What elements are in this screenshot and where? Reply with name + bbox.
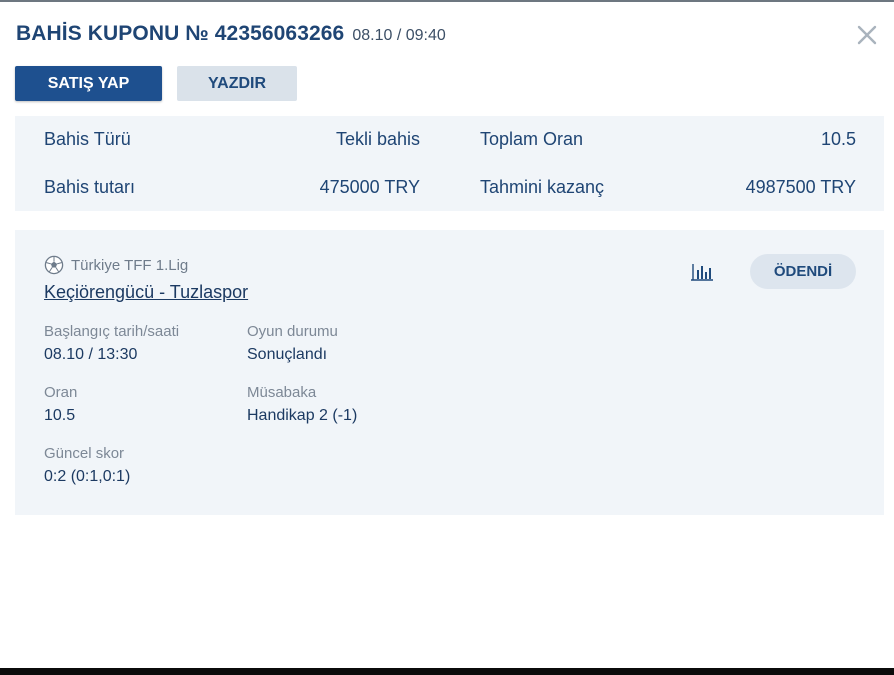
bottom-edge (0, 668, 894, 675)
current-score-label: Güncel skor (44, 445, 125, 462)
print-button[interactable]: YAZDIR (177, 66, 297, 101)
market-value: Handikap 2 (-1) (247, 407, 358, 424)
game-status-label: Oyun durumu (247, 323, 338, 340)
event-card: Türkiye TFF 1.Lig Keçiörengücü - Tuzlasp… (15, 230, 884, 515)
odds-label: Oran (44, 384, 78, 401)
status-badge: ÖDENDİ (750, 254, 856, 289)
match-link[interactable]: Keçiörengücü - Tuzlaspor (44, 282, 248, 303)
league-row: Türkiye TFF 1.Lig (44, 255, 188, 275)
window-top-edge (0, 0, 894, 2)
sell-button[interactable]: SATIŞ YAP (15, 66, 162, 101)
total-odds-label: Toplam Oran (480, 129, 584, 149)
potential-win-label: Tahmini kazanç (480, 177, 605, 197)
start-time-label: Başlangıç tarih/saati (44, 323, 180, 340)
stake-label: Bahis tutarı (44, 177, 136, 197)
statistics-icon[interactable] (689, 260, 715, 282)
coupon-datetime: 08.10 / 09:40 (352, 27, 446, 44)
close-icon[interactable] (852, 22, 882, 48)
league-name: Türkiye TFF 1.Lig (71, 256, 189, 274)
stake-value: 475000 TRY (319, 177, 420, 197)
close-button[interactable] (852, 22, 882, 48)
dialog-header: BAHİS KUPONU № 42356063266 08.10 / 09:40 (16, 22, 446, 46)
coupon-title: BAHİS KUPONU № 42356063266 (16, 22, 345, 45)
odds-value: 10.5 (44, 407, 76, 424)
summary-panel: Bahis Türü Tekli bahis Toplam Oran 10.5 … (15, 116, 884, 211)
start-time-value: 08.10 / 13:30 (44, 346, 138, 363)
potential-win-value: 4987500 TRY (745, 177, 856, 197)
market-label: Müsabaka (247, 384, 317, 401)
soccer-ball-icon (44, 255, 64, 275)
bet-type-value: Tekli bahis (335, 129, 420, 149)
bet-type-label: Bahis Türü (44, 129, 131, 149)
current-score-value: 0:2 (0:1,0:1) (44, 468, 131, 485)
total-odds-value: 10.5 (820, 129, 856, 149)
game-status-value: Sonuçlandı (247, 346, 328, 363)
